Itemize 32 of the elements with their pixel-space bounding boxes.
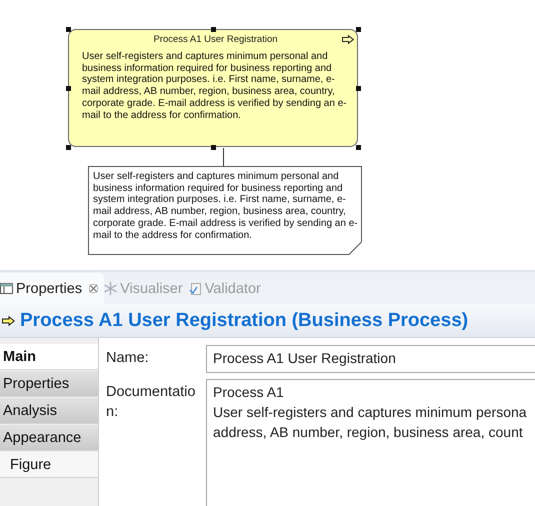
field-label: Name:	[106, 349, 150, 368]
close-icon[interactable]	[89, 284, 98, 293]
arrow-icon	[2, 316, 15, 326]
selection-handle[interactable]	[356, 145, 361, 150]
header-title: Process A1 User Registration (Business Process)	[20, 310, 468, 332]
selection-handle[interactable]	[66, 86, 71, 91]
note-node[interactable]	[88, 166, 362, 255]
view-tab[interactable]: Properties	[0, 273, 104, 304]
section-tab[interactable]: Main	[0, 344, 98, 370]
selection-handle[interactable]	[356, 27, 361, 32]
section-tab[interactable]: Figure	[0, 452, 98, 478]
process-node[interactable]	[68, 29, 358, 147]
selection-handle[interactable]	[66, 27, 71, 32]
selection-handle[interactable]	[211, 145, 216, 150]
process-description: User self-registers and captures minimum personal and business information required for business reporting and system integration purposes. i.e. First name, surname, e-mail address, AB number, region, business area, country, corporate grade. E-mail address is verified by sending an e-mail to the address for confirmation.	[82, 51, 348, 122]
connector-line	[223, 148, 224, 166]
process-title: Process A1 User Registration	[153, 34, 278, 45]
text-area[interactable]: Process A1 User self-registers and captures minimum persona address, AB number, region, business area, count	[206, 379, 535, 506]
section-tab[interactable]: Properties	[0, 371, 98, 397]
field-label: Documentatio n:	[106, 383, 196, 422]
folded-corner-icon	[349, 242, 362, 255]
section-tab[interactable]: Analysis	[0, 398, 98, 424]
table-icon	[0, 282, 13, 295]
selection-handle[interactable]	[66, 145, 71, 150]
arrow-icon	[342, 35, 354, 44]
selection-handle[interactable]	[211, 27, 216, 32]
selection-handle[interactable]	[356, 86, 361, 91]
clipboard-icon	[188, 282, 202, 295]
note-text: User self-registers and captures minimum personal and business information required for business reporting and system integration purposes. i.e. First name, surname, e-mail address, AB number, region, business area, country, corporate grade. E-mail address is verified by sending an e-mail to the address for confirmation.	[93, 171, 359, 242]
text-field[interactable]: Process A1 User Registration	[206, 345, 535, 373]
snowflake-icon	[104, 282, 118, 295]
section-tab[interactable]: Appearance	[0, 425, 98, 451]
